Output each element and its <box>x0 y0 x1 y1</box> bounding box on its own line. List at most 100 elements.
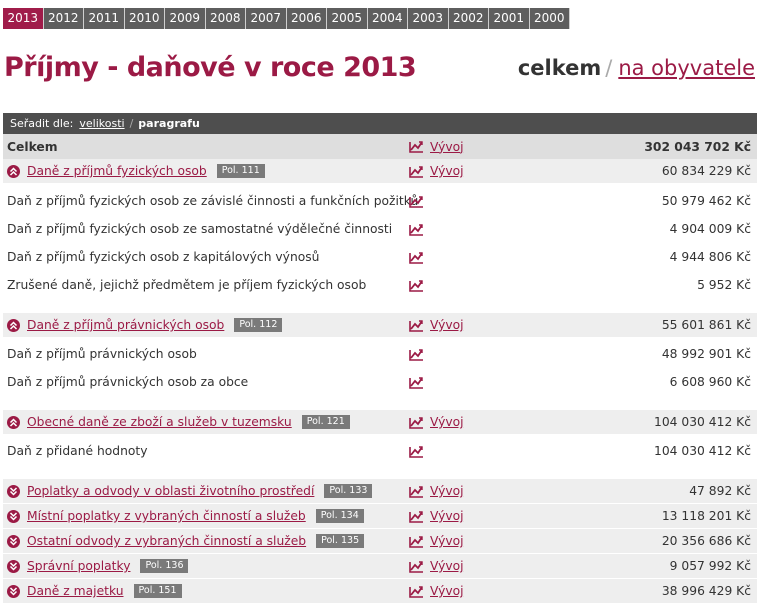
sort-by-paragraph[interactable]: paragrafu <box>138 117 199 130</box>
expand-icon[interactable] <box>7 509 20 523</box>
trend-chart-icon[interactable] <box>409 140 424 153</box>
row-value: 20 356 686 Kč <box>661 534 751 548</box>
year-tab-2012[interactable]: 2012 <box>43 8 84 29</box>
group-name-link[interactable]: Ostatní odvody z vybraných činností a sl… <box>27 534 306 548</box>
year-tab-2007[interactable]: 2007 <box>246 8 287 29</box>
item-name: Daň z příjmů fyzických osob z kapitálový… <box>7 250 320 264</box>
trend-chart-icon[interactable] <box>409 535 424 548</box>
year-tab-2011[interactable]: 2011 <box>84 8 125 29</box>
trend-chart-icon[interactable] <box>409 416 424 429</box>
trend-chart-icon[interactable] <box>409 376 424 389</box>
year-tab-2003[interactable]: 2003 <box>408 8 449 29</box>
table-row: Daň z příjmů fyzických osob z kapitálový… <box>3 243 757 271</box>
trend-chart-icon[interactable] <box>409 279 424 292</box>
group-name-link[interactable]: Obecné daně ze zboží a služeb v tuzemsku <box>27 415 292 429</box>
table-row: Zrušené daně, jejichž předmětem je příje… <box>3 271 757 299</box>
trend-link[interactable]: Vývoj <box>430 534 464 548</box>
trend-link[interactable]: Vývoj <box>430 318 464 332</box>
group-name-link[interactable]: Daně z majetku <box>27 584 124 598</box>
trend-chart-icon[interactable] <box>409 445 424 458</box>
expand-icon[interactable] <box>7 534 20 548</box>
item-name: Daň z přidané hodnoty <box>7 444 148 458</box>
trend-cell: Vývoj <box>409 318 464 332</box>
collapse-icon[interactable] <box>7 415 20 429</box>
year-tab-2004[interactable]: 2004 <box>367 8 408 29</box>
trend-link[interactable]: Vývoj <box>430 415 464 429</box>
mode-total[interactable]: celkem <box>518 56 601 80</box>
mode-per-capita-link[interactable]: na obyvatele <box>618 56 755 80</box>
group-name-link[interactable]: Daně z příjmů fyzických osob <box>27 164 207 178</box>
row-name-cell: Poplatky a odvody v oblasti životního pr… <box>7 484 373 498</box>
trend-chart-icon[interactable] <box>409 585 424 598</box>
trend-cell: Vývoj <box>409 584 464 598</box>
trend-chart-icon[interactable] <box>409 348 424 361</box>
year-tab-2006[interactable]: 2006 <box>286 8 327 29</box>
group-row: Daně z příjmů fyzických osob Pol. 111 Vývo… <box>3 159 757 183</box>
trend-chart-icon[interactable] <box>409 485 424 498</box>
group-name-link[interactable]: Daně z příjmů právnických osob <box>27 318 224 332</box>
year-tab-2002[interactable]: 2002 <box>448 8 489 29</box>
trend-link[interactable]: Vývoj <box>430 164 464 178</box>
expand-icon[interactable] <box>7 484 20 498</box>
page-title: Příjmy - daňové v roce 2013 <box>4 52 417 83</box>
row-name-cell: Daň z příjmů právnických osob <box>7 347 197 361</box>
group-name-link[interactable]: Správní poplatky <box>27 559 130 573</box>
group-name-link[interactable]: Místní poplatky z vybraných činností a s… <box>27 509 306 523</box>
view-mode-switch: celkem / na obyvatele <box>518 56 755 80</box>
collapse-icon[interactable] <box>7 318 20 332</box>
row-value: 4 944 806 Kč <box>669 250 751 264</box>
pol-badge: Pol. 135 <box>316 534 365 548</box>
trend-chart-icon[interactable] <box>409 195 424 208</box>
row-name-cell: Správní poplatky Pol. 136 <box>7 559 189 573</box>
year-tab-2009[interactable]: 2009 <box>165 8 206 29</box>
mode-separator: / <box>605 56 613 80</box>
row-value: 50 979 462 Kč <box>661 194 751 208</box>
year-tab-2001[interactable]: 2001 <box>489 8 530 29</box>
trend-chart-icon[interactable] <box>409 251 424 264</box>
trend-cell: Vývoj <box>409 534 464 548</box>
item-name: Daň z příjmů fyzických osob ze závislé č… <box>7 194 419 208</box>
trend-link[interactable]: Vývoj <box>430 484 464 498</box>
year-tab-2000[interactable]: 2000 <box>529 8 570 29</box>
trend-link[interactable]: Vývoj <box>430 584 464 598</box>
pol-badge: Pol. 151 <box>133 584 182 598</box>
row-value: 5 952 Kč <box>697 278 751 292</box>
row-name-cell: Celkem <box>7 140 58 154</box>
item-name: Daň z příjmů právnických osob za obce <box>7 375 249 389</box>
trend-cell: Vývoj <box>409 484 464 498</box>
row-value: 55 601 861 Kč <box>661 318 751 332</box>
year-tab-2005[interactable]: 2005 <box>327 8 368 29</box>
collapse-icon[interactable] <box>7 164 20 178</box>
sort-by-size-link[interactable]: velikosti <box>79 117 124 130</box>
trend-link[interactable]: Vývoj <box>430 509 464 523</box>
group-name-link[interactable]: Poplatky a odvody v oblasti životního pr… <box>27 484 314 498</box>
trend-chart-icon[interactable] <box>409 165 424 178</box>
expand-icon[interactable] <box>7 584 20 598</box>
table-row: Daň z příjmů právnických osob za obce 6 6… <box>3 368 757 396</box>
trend-link[interactable]: Vývoj <box>430 559 464 573</box>
pol-badge: Pol. 111 <box>216 164 265 178</box>
trend-link[interactable]: Vývoj <box>430 140 464 154</box>
year-tab-2010[interactable]: 2010 <box>124 8 165 29</box>
trend-chart-icon[interactable] <box>409 319 424 332</box>
group-row: Poplatky a odvody v oblasti životního pr… <box>3 479 757 503</box>
group-row: Správní poplatky Pol. 136 Vývoj 9 057 992 K… <box>3 554 757 578</box>
trend-chart-icon[interactable] <box>409 560 424 573</box>
trend-chart-icon[interactable] <box>409 223 424 236</box>
table-row: Daň z přidané hodnoty 104 030 412 Kč <box>3 437 757 465</box>
year-tab-2013[interactable]: 2013 <box>3 8 44 29</box>
year-tab-2008[interactable]: 2008 <box>205 8 246 29</box>
expand-icon[interactable] <box>7 559 20 573</box>
trend-chart-icon[interactable] <box>409 510 424 523</box>
row-value: 38 996 429 Kč <box>661 584 751 598</box>
row-value: 4 904 009 Kč <box>669 222 751 236</box>
row-name-cell: Daň z příjmů fyzických osob ze samostatn… <box>7 222 392 236</box>
trend-cell: Vývoj <box>409 559 464 573</box>
trend-cell <box>409 195 424 208</box>
group-row: Ostatní odvody z vybraných činností a sl… <box>3 529 757 553</box>
pol-badge: Pol. 136 <box>140 559 189 573</box>
pol-badge: Pol. 121 <box>301 415 350 429</box>
trend-cell: Vývoj <box>409 164 464 178</box>
trend-cell: Vývoj <box>409 509 464 523</box>
total-label: Celkem <box>7 139 58 154</box>
